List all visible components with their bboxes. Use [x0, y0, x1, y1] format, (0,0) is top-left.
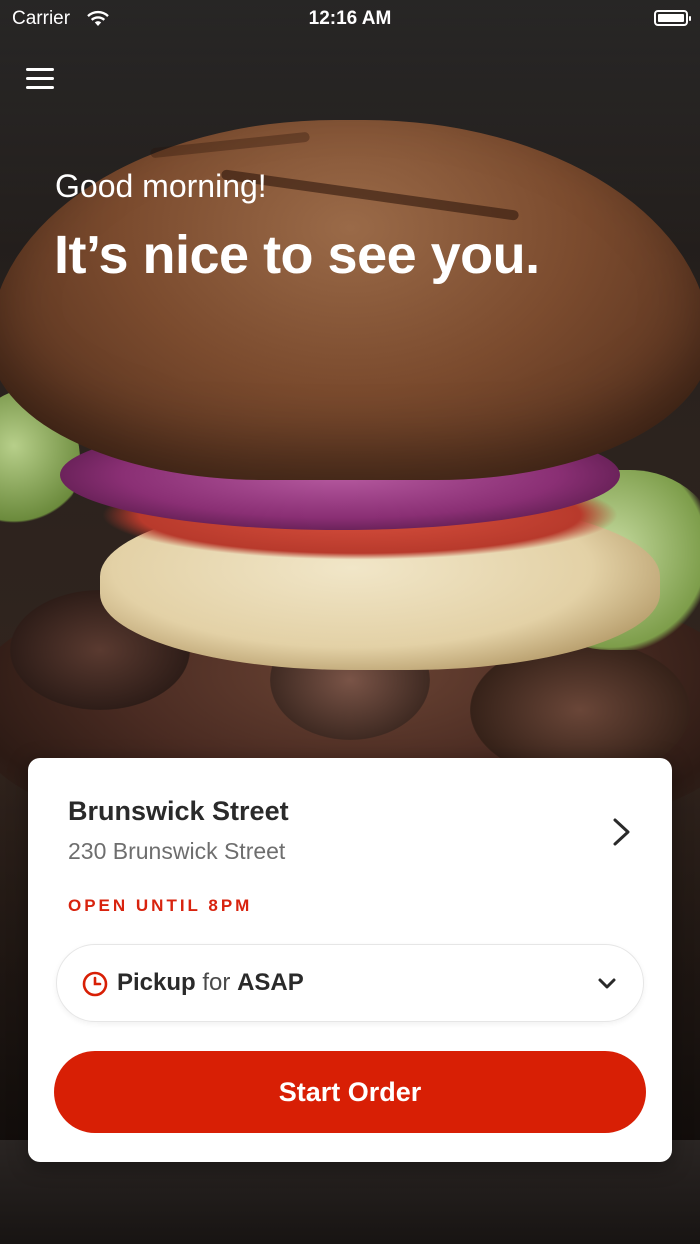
battery-icon [654, 10, 691, 26]
location-card: Brunswick Street 230 Brunswick Street OP… [28, 758, 672, 1162]
order-type-selector[interactable]: Pickup for ASAP [56, 944, 644, 1022]
status-bar: Carrier 12:16 AM [0, 0, 700, 36]
hours-label: OPEN UNTIL 8PM [68, 896, 253, 915]
order-for-label: for [202, 969, 231, 996]
store-address[interactable]: 230 Brunswick Street [68, 838, 285, 865]
hamburger-menu-icon[interactable] [26, 66, 56, 92]
order-time: ASAP [237, 969, 304, 996]
order-mode: Pickup [117, 969, 196, 996]
clock-icon [82, 971, 108, 997]
store-name[interactable]: Brunswick Street [68, 796, 289, 827]
chevron-down-icon[interactable] [597, 977, 617, 991]
start-order-button[interactable]: Start Order [54, 1051, 646, 1133]
chevron-right-icon[interactable] [606, 812, 636, 852]
clock-time: 12:16 AM [308, 8, 392, 29]
headline-text: It’s nice to see you. [54, 225, 540, 285]
greeting-text: Good morning! [55, 168, 267, 204]
